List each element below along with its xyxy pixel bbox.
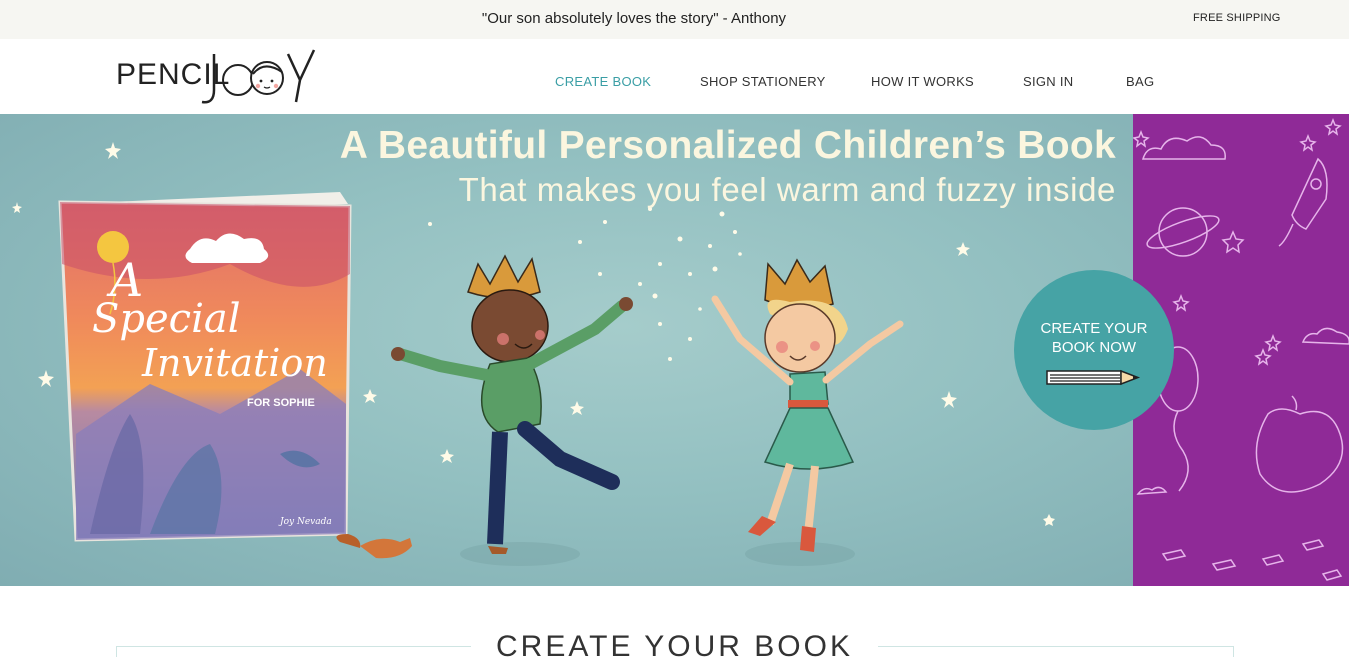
cta-label: CREATE YOUR BOOK NOW (1014, 319, 1174, 357)
nav-bag[interactable]: BAG (1126, 74, 1154, 89)
cloud-doodle (1142, 136, 1226, 160)
create-book-cta-button[interactable]: CREATE YOUR BOOK NOW (1014, 270, 1174, 430)
book-title-line3: Invitation (141, 341, 328, 385)
squirrel-illustration (336, 534, 412, 559)
planet-doodle (1158, 207, 1208, 257)
apple-doodle (1255, 408, 1344, 493)
nav-sign-in[interactable]: SIGN IN (1023, 74, 1074, 89)
section-title: CREATE YOUR BOOK (496, 630, 853, 657)
pencil-joy-logo[interactable]: PENCIL (114, 44, 320, 106)
book-title-line2: Special (92, 296, 241, 342)
rocket-doodle (1291, 157, 1328, 230)
girl-illustration (711, 258, 904, 566)
cta-line2: BOOK NOW (1051, 339, 1137, 356)
nav-create-book[interactable]: CREATE BOOK (555, 74, 651, 89)
hero-banner[interactable]: A Special Invitation FOR SOPHIE Joy Neva… (0, 114, 1133, 586)
boy-illustration (391, 254, 633, 566)
cta-line1: CREATE YOUR (1040, 320, 1148, 337)
hero-subtitle: That makes you feel warm and fuzzy insid… (458, 171, 1116, 208)
book-cover-illustration: A Special Invitation FOR SOPHIE Joy Neva… (58, 192, 352, 542)
free-shipping-label[interactable]: FREE SHIPPING (1193, 12, 1281, 24)
hero-title: A Beautiful Personalized Children’s Book (339, 124, 1116, 167)
nav-how-it-works[interactable]: HOW IT WORKS (871, 74, 974, 89)
announcement-bar: "Our son absolutely loves the story" - A… (0, 0, 1349, 39)
book-for-name: FOR SOPHIE (247, 397, 315, 409)
testimonial-quote: "Our son absolutely loves the story" - A… (481, 10, 787, 27)
nav-shop-stationery[interactable]: SHOP STATIONERY (700, 74, 826, 89)
book-signature: Joy Nevada (278, 517, 332, 527)
pencil-icon (1046, 369, 1141, 386)
